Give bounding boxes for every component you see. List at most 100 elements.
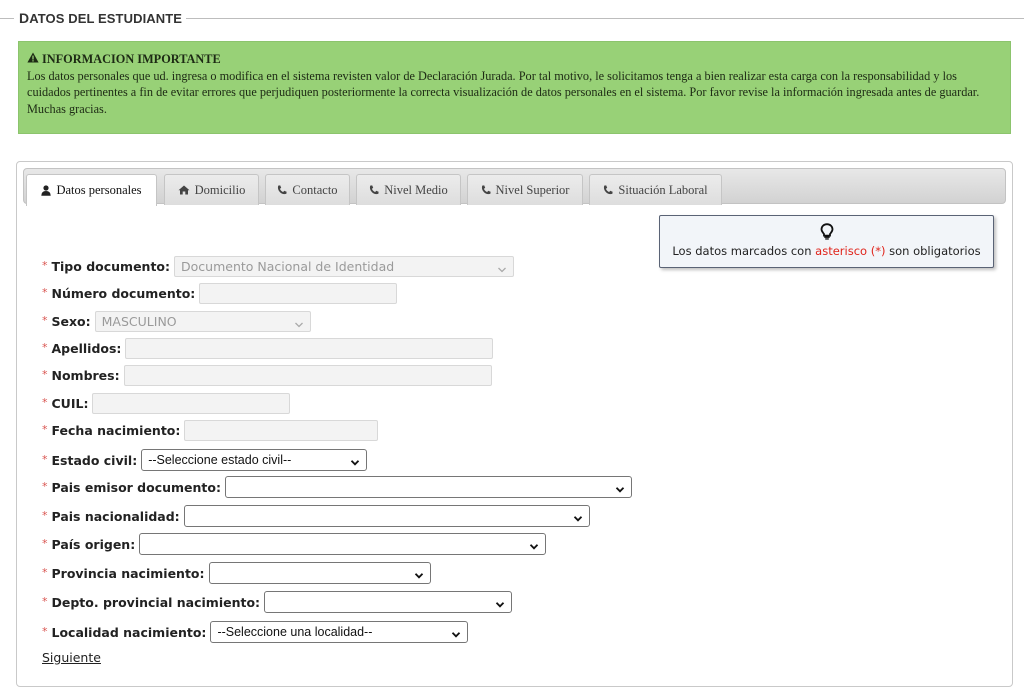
- row-cuil: * CUIL:: [42, 392, 291, 414]
- tab-label: Nivel Medio: [384, 182, 448, 197]
- required-mark: *: [42, 594, 48, 608]
- sexo-select[interactable]: MASCULINO: [94, 310, 311, 332]
- chevron-down-icon: [495, 598, 505, 612]
- localidad-nacimiento-label: Localidad nacimiento:: [51, 624, 207, 640]
- fecha-nacimiento-input[interactable]: [184, 419, 379, 441]
- alert-body: Los datos personales que ud. ingresa o m…: [27, 68, 980, 116]
- row-nombres: * Nombres:: [42, 364, 492, 386]
- row-pais-emisor: * Pais emisor documento:: [42, 476, 632, 498]
- nombres-label: Nombres:: [51, 367, 120, 383]
- required-mark: *: [42, 624, 48, 638]
- required-mark: *: [42, 313, 48, 327]
- required-fields-note: Los datos marcados con asterisco (*) son…: [659, 215, 994, 268]
- required-mark: *: [42, 536, 48, 550]
- pais-nacionalidad-select[interactable]: [183, 505, 590, 527]
- note-text: Los datos marcados con: [672, 244, 816, 258]
- alert-title-text: INFORMACION IMPORTANTE: [42, 52, 221, 66]
- lightbulb-icon: [660, 223, 993, 243]
- section-title: DATOS DEL ESTUDIANTE: [19, 10, 183, 26]
- localidad-nacimiento-value: --Seleccione una localidad--: [217, 625, 373, 639]
- tipo-documento-value: Documento Nacional de Identidad: [181, 258, 395, 274]
- tab-label: Situación Laboral: [618, 182, 708, 197]
- row-sexo: * Sexo: MASCULINO: [42, 310, 311, 332]
- required-mark: *: [42, 565, 48, 579]
- pais-nacionalidad-label: Pais nacionalidad:: [51, 508, 180, 524]
- phone-icon: [603, 185, 613, 195]
- alert-title: INFORMACION IMPORTANTE: [27, 51, 1002, 68]
- required-mark: *: [42, 395, 48, 409]
- row-apellidos: * Apellidos:: [42, 337, 494, 359]
- tab-domicilio[interactable]: Domicilio: [164, 174, 259, 205]
- important-info-alert: INFORMACION IMPORTANTE Los datos persona…: [18, 41, 1011, 134]
- cuil-input[interactable]: [92, 392, 291, 414]
- apellidos-input[interactable]: [125, 337, 494, 359]
- tab-contacto[interactable]: Contacto: [265, 174, 350, 205]
- tab-label: Nivel Superior: [495, 182, 570, 197]
- tipo-documento-select[interactable]: Documento Nacional de Identidad: [174, 255, 515, 277]
- tab-label: Contacto: [292, 182, 338, 197]
- phone-icon: [481, 185, 491, 195]
- row-tipo-documento: * Tipo documento: Documento Nacional de …: [42, 255, 515, 277]
- tab-nivel-medio[interactable]: Nivel Medio: [356, 174, 461, 205]
- required-mark: *: [42, 285, 48, 299]
- user-icon: [41, 185, 52, 196]
- chevron-down-icon: [497, 262, 507, 277]
- tab-nivel-superior[interactable]: Nivel Superior: [467, 174, 583, 205]
- tab-label: Datos personales: [56, 183, 142, 197]
- chevron-down-icon: [529, 540, 539, 554]
- depto-nacimiento-select[interactable]: [264, 591, 513, 613]
- apellidos-label: Apellidos:: [51, 340, 122, 356]
- chevron-down-icon: [414, 569, 424, 583]
- legend-line-left: [0, 18, 14, 19]
- note-asterisk-text: asterisco (*): [815, 244, 886, 258]
- phone-icon: [369, 185, 379, 195]
- tab-situacion-laboral[interactable]: Situación Laboral: [589, 174, 722, 205]
- estado-civil-select[interactable]: --Seleccione estado civil--: [141, 449, 368, 471]
- row-estado-civil: * Estado civil: --Seleccione estado civi…: [42, 449, 368, 471]
- row-fecha-nacimiento: * Fecha nacimiento:: [42, 419, 379, 441]
- required-mark: *: [42, 452, 48, 466]
- row-depto-nacimiento: * Depto. provincial nacimiento:: [42, 591, 513, 613]
- chevron-down-icon: [615, 483, 625, 497]
- pais-origen-label: País origen:: [51, 536, 136, 552]
- fecha-nacimiento-label: Fecha nacimiento:: [51, 422, 181, 438]
- home-icon: [178, 185, 190, 195]
- chevron-down-icon: [451, 628, 461, 642]
- required-mark: *: [42, 479, 48, 493]
- next-link[interactable]: Siguiente: [42, 650, 101, 665]
- note-text-end: son obligatorios: [885, 244, 981, 258]
- warning-icon: [27, 51, 39, 68]
- tab-datos-personales[interactable]: Datos personales: [26, 174, 157, 206]
- row-numero-documento: * Número documento:: [42, 282, 398, 304]
- required-mark: *: [42, 422, 48, 436]
- estado-civil-value: --Seleccione estado civil--: [148, 453, 292, 467]
- cuil-label: CUIL:: [51, 395, 89, 411]
- estado-civil-label: Estado civil:: [51, 452, 138, 468]
- chevron-down-icon: [294, 317, 304, 332]
- required-mark: *: [42, 258, 48, 272]
- required-mark: *: [42, 340, 48, 354]
- depto-nacimiento-label: Depto. provincial nacimiento:: [51, 594, 261, 610]
- sexo-label: Sexo:: [51, 313, 91, 329]
- chevron-down-icon: [350, 456, 360, 470]
- localidad-nacimiento-select[interactable]: --Seleccione una localidad--: [210, 621, 469, 643]
- required-mark: *: [42, 508, 48, 522]
- row-pais-nacionalidad: * Pais nacionalidad:: [42, 505, 590, 527]
- tipo-documento-label: Tipo documento:: [51, 258, 171, 274]
- chevron-down-icon: [573, 512, 583, 526]
- nombres-input[interactable]: [123, 364, 492, 386]
- pais-emisor-label: Pais emisor documento:: [51, 479, 221, 495]
- legend-line-right: [186, 18, 1024, 19]
- pais-origen-select[interactable]: [139, 533, 547, 555]
- tab-label: Domicilio: [194, 182, 246, 197]
- required-mark: *: [42, 367, 48, 381]
- provincia-nacimiento-select[interactable]: [208, 562, 431, 584]
- phone-icon: [277, 185, 288, 195]
- row-localidad-nacimiento: * Localidad nacimiento: --Seleccione una…: [42, 621, 469, 643]
- numero-documento-input[interactable]: [199, 282, 398, 304]
- row-pais-origen: * País origen:: [42, 533, 547, 555]
- tab-bar: Datos personales Domicilio Contacto Nive…: [23, 168, 1006, 206]
- pais-emisor-select[interactable]: [224, 476, 632, 498]
- provincia-nacimiento-label: Provincia nacimiento:: [51, 565, 205, 581]
- sexo-value: MASCULINO: [101, 313, 177, 329]
